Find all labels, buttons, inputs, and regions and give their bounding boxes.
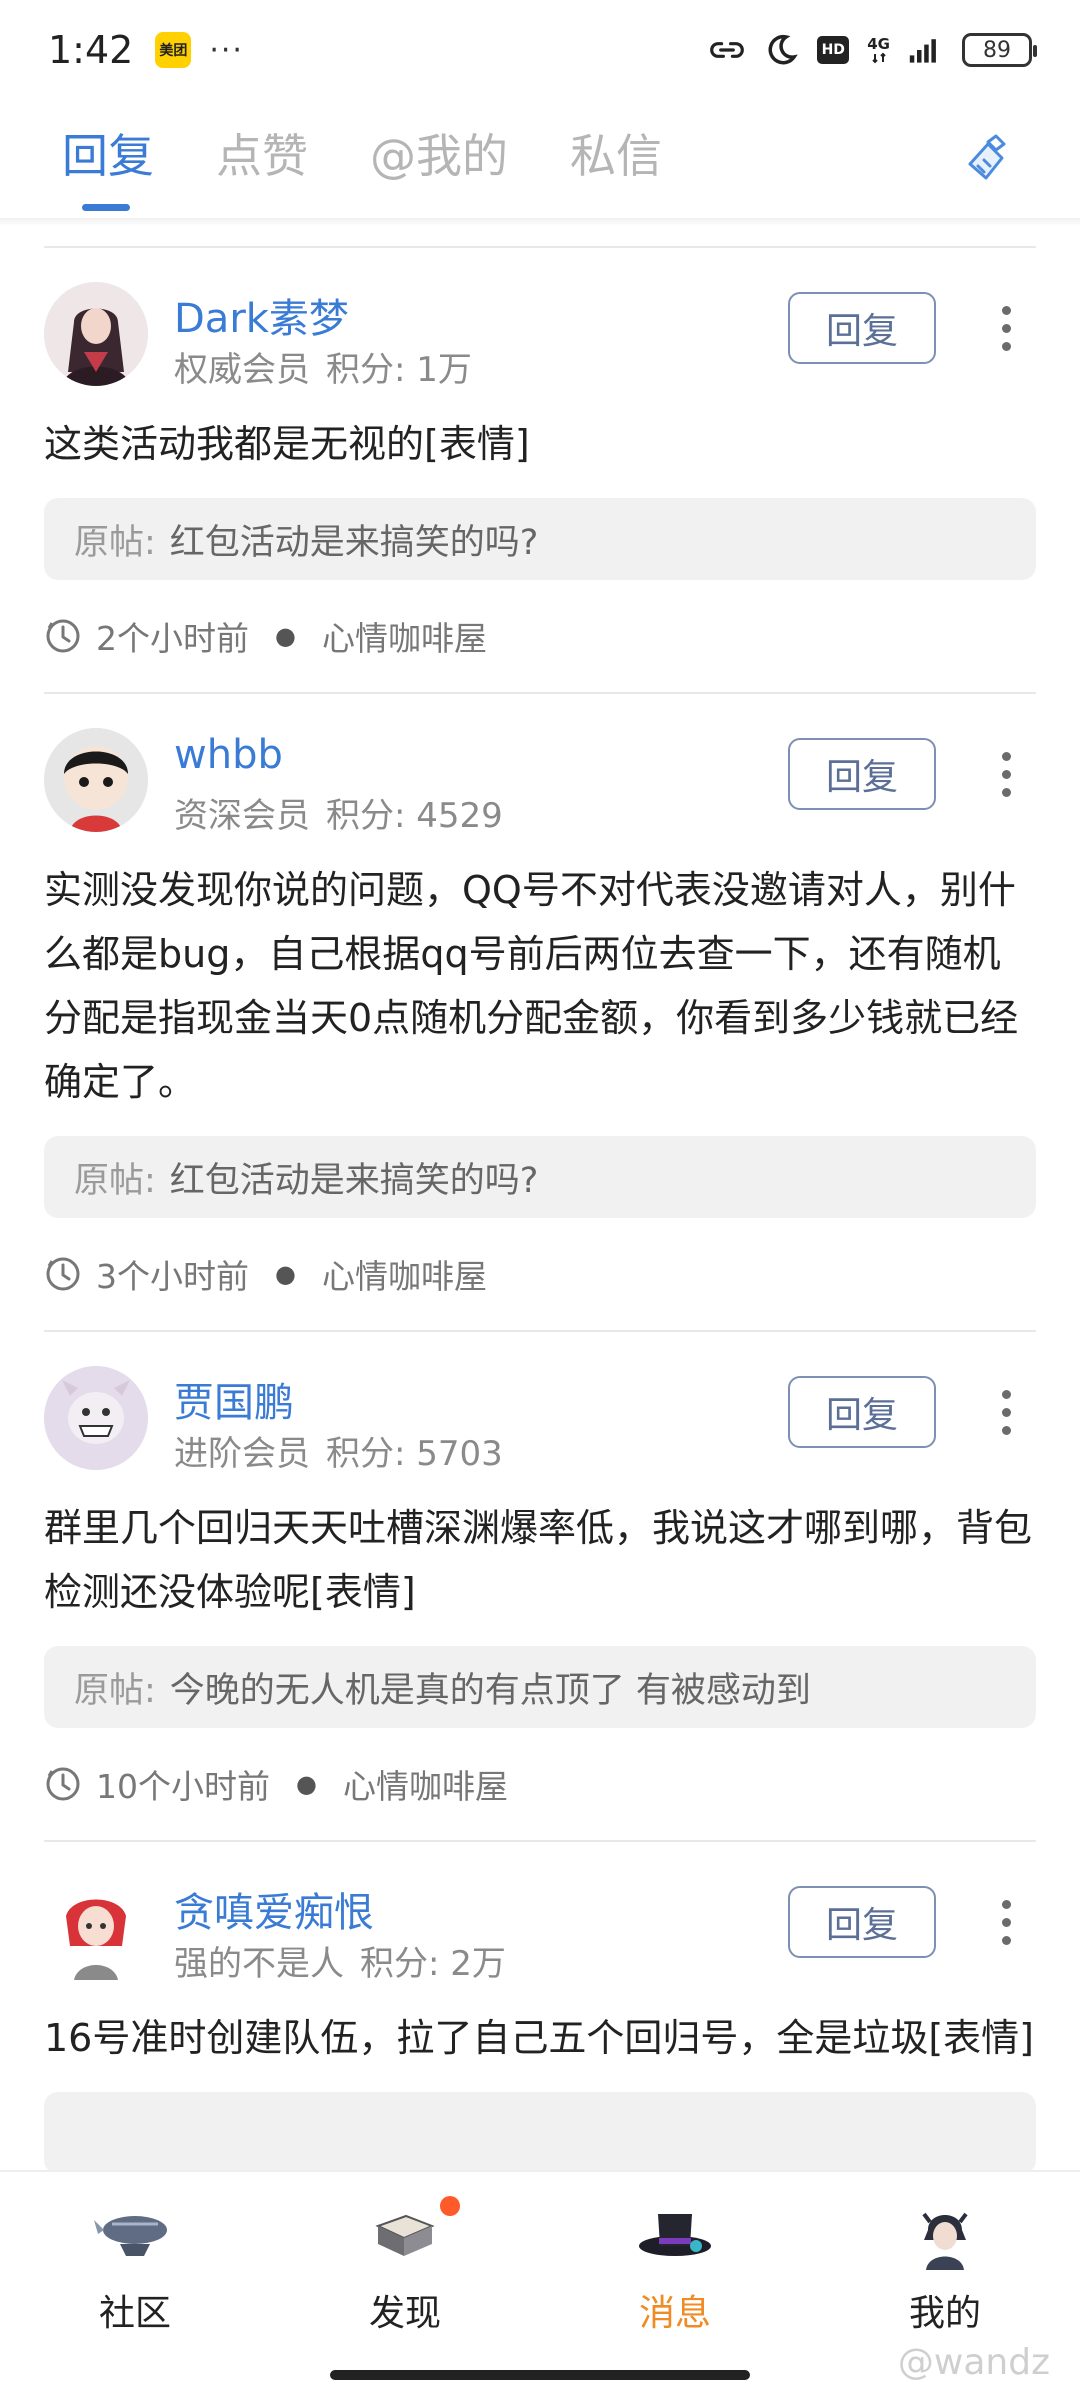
separator-dot: ●	[275, 1260, 296, 1288]
user-points: 积分: 2万	[360, 1944, 506, 1984]
reply-card[interactable]: whbb 资深会员 积分: 4529 回复 实测没发现你说的问题，QQ号不对代表…	[0, 728, 1080, 1330]
user-meta: 权威会员 积分: 1万	[174, 342, 472, 391]
hd-icon: HD	[817, 36, 850, 64]
user-rank: 权威会员	[174, 350, 310, 390]
original-post-link[interactable]: 原帖: 今晚的无人机是真的有点顶了 有被感动到	[44, 1646, 1036, 1728]
battery-icon: 89	[962, 33, 1037, 67]
more-vertical-icon[interactable]	[976, 292, 1036, 364]
network-label: 4G	[867, 34, 890, 53]
nav-label: 消息	[638, 2293, 711, 2334]
more-vertical-icon[interactable]	[976, 738, 1036, 810]
list-divider	[44, 246, 1036, 248]
user-points: 积分: 4529	[326, 796, 503, 836]
tab-replies[interactable]: 回复	[62, 100, 154, 215]
reply-button[interactable]: 回复	[788, 738, 936, 810]
list-divider	[44, 692, 1036, 694]
username[interactable]: Dark素梦	[174, 286, 349, 344]
nav-label: 社区	[98, 2293, 171, 2334]
airship-icon	[94, 2216, 167, 2256]
reply-time: 2个小时前	[96, 619, 249, 658]
tabs-divider	[0, 218, 1080, 226]
original-post-link[interactable]: 原帖: 红包活动是来搞笑的吗?	[44, 498, 1036, 580]
message-tabs: 回复 点赞 @我的 私信	[0, 100, 1080, 220]
original-post-title: 红包活动是来搞笑的吗?	[169, 1160, 539, 1201]
nav-label: 发现	[368, 2293, 441, 2334]
clock-icon	[46, 619, 80, 653]
clear-all-broom-icon[interactable]	[962, 130, 1018, 186]
reply-button[interactable]: 回复	[788, 292, 936, 364]
link-icon	[709, 32, 745, 68]
username[interactable]: 贾国鹏	[174, 1370, 294, 1428]
status-time: 1:42	[48, 28, 134, 72]
username[interactable]: 贪嗔爱痴恨	[174, 1880, 374, 1938]
reply-meta: 3个小时前 ● 心情咖啡屋	[44, 1218, 1036, 1330]
original-post-title: 红包活动是来搞笑的吗?	[169, 522, 539, 563]
reply-content: 群里几个回归天天吐槽深渊爆率低，我说这才哪到哪，背包检测还没体验呢[表情]	[44, 1506, 1033, 1614]
top-hat-icon	[639, 2214, 711, 2256]
nav-item-community[interactable]: 社区	[0, 2172, 270, 2400]
user-meta: 强的不是人 积分: 2万	[174, 1936, 506, 1985]
reply-content: 这类活动我都是无视的[表情]	[44, 422, 530, 466]
user-rank: 强的不是人	[174, 1944, 344, 1984]
original-post-title: 今晚的无人机是真的有点顶了 有被感动到	[169, 1670, 811, 1711]
original-post-prefix: 原帖:	[74, 522, 156, 563]
meituan-app-icon: 美团	[155, 32, 192, 68]
status-bar: 1:42 美团 ··· HD 4G 89	[0, 0, 1080, 100]
reply-content: 实测没发现你说的问题，QQ号不对代表没邀请对人，别什么都是bug，自己根据qq号…	[44, 868, 1019, 1104]
reply-time: 3个小时前	[96, 1257, 249, 1296]
avatar[interactable]	[44, 1366, 148, 1470]
tab-private-messages[interactable]: 私信	[570, 100, 662, 215]
original-post-prefix: 原帖:	[74, 1670, 156, 1711]
separator-dot: ●	[296, 1770, 317, 1798]
character-avatar-icon	[922, 2212, 968, 2270]
clock-icon	[46, 1257, 80, 1291]
book-icon	[375, 2214, 435, 2256]
avatar[interactable]	[44, 282, 148, 386]
reply-card[interactable]: Dark素梦 权威会员 积分: 1万 回复 这类活动我都是无视的[表情] 原帖:…	[0, 282, 1080, 692]
forum-name[interactable]: 心情咖啡屋	[322, 1250, 487, 1298]
reply-meta: 2个小时前 ● 心情咖啡屋	[44, 580, 1036, 692]
forum-name[interactable]: 心情咖啡屋	[343, 1760, 508, 1808]
clock-icon	[46, 1767, 80, 1801]
user-meta: 进阶会员 积分: 5703	[174, 1426, 503, 1475]
list-divider	[44, 1840, 1036, 1842]
notification-badge	[440, 2196, 460, 2216]
moon-icon	[763, 32, 799, 68]
nav-label: 我的	[908, 2293, 981, 2334]
reply-content: 16号准时创建队伍，拉了自己五个回归号，全是垃圾[表情]	[44, 2016, 1035, 2060]
tab-mentions[interactable]: @我的	[370, 100, 508, 215]
reply-button[interactable]: 回复	[788, 1886, 936, 1958]
separator-dot: ●	[275, 622, 296, 650]
network-indicator: 4G	[867, 34, 890, 64]
user-points: 积分: 5703	[326, 1434, 503, 1474]
forum-name[interactable]: 心情咖啡屋	[322, 612, 487, 660]
more-vertical-icon[interactable]	[976, 1376, 1036, 1448]
reply-meta: 10个小时前 ● 心情咖啡屋	[44, 1728, 1036, 1840]
reply-button[interactable]: 回复	[788, 1376, 936, 1448]
nav-item-discover[interactable]: 发现	[270, 2172, 540, 2400]
avatar[interactable]	[44, 728, 148, 832]
more-notifications-icon: ···	[209, 32, 244, 68]
reply-card[interactable]: 贪嗔爱痴恨 强的不是人 积分: 2万 回复 16号准时创建队伍，拉了自己五个回归…	[0, 1876, 1080, 2174]
user-rank: 资深会员	[174, 796, 310, 836]
tab-likes[interactable]: 点赞	[216, 100, 308, 215]
user-points: 积分: 1万	[326, 350, 472, 390]
user-meta: 资深会员 积分: 4529	[174, 788, 503, 837]
username[interactable]: whbb	[174, 732, 283, 778]
nav-item-messages[interactable]: 消息	[540, 2172, 810, 2400]
reply-card[interactable]: 贾国鹏 进阶会员 积分: 5703 回复 群里几个回归天天吐槽深渊爆率低，我说这…	[0, 1366, 1080, 1840]
watermark: @wandz	[897, 2342, 1050, 2383]
reply-time: 10个小时前	[96, 1767, 270, 1806]
avatar[interactable]	[44, 1876, 148, 1980]
reply-list: Dark素梦 权威会员 积分: 1万 回复 这类活动我都是无视的[表情] 原帖:…	[0, 246, 1080, 2174]
original-post-link[interactable]	[44, 2092, 1036, 2174]
list-divider	[44, 1330, 1036, 1332]
original-post-prefix: 原帖:	[74, 1160, 156, 1201]
signal-icon	[908, 32, 944, 68]
user-rank: 进阶会员	[174, 1434, 310, 1474]
original-post-link[interactable]: 原帖: 红包活动是来搞笑的吗?	[44, 1136, 1036, 1218]
home-indicator[interactable]	[330, 2370, 750, 2380]
more-vertical-icon[interactable]	[976, 1886, 1036, 1958]
